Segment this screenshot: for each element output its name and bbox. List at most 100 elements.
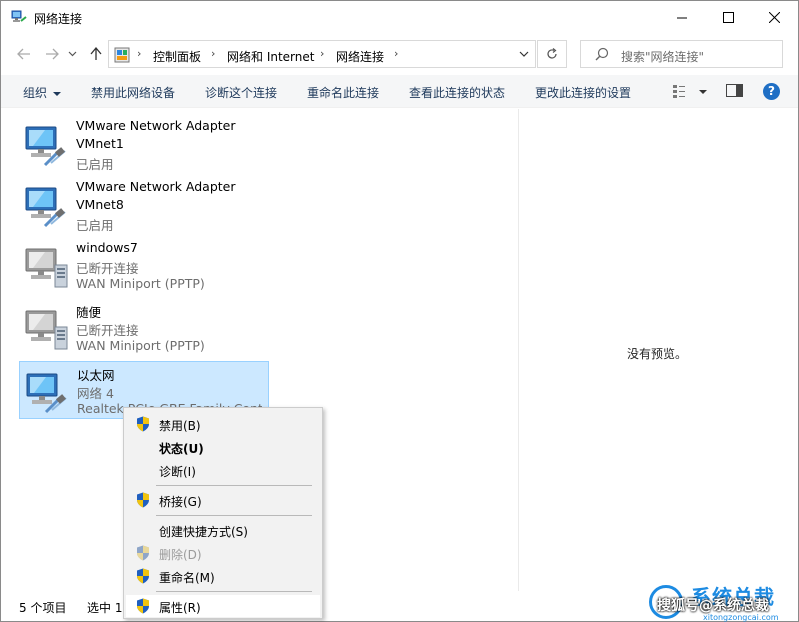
vpn-connection-icon — [25, 310, 68, 350]
breadcrumb-separator-icon[interactable]: › — [394, 47, 398, 60]
menu-separator — [156, 591, 312, 592]
connection-name: VMware Network Adapter — [76, 179, 236, 194]
watermark: 系统总裁 xitongzongcai.com 搜狐号@系统总裁 — [649, 581, 799, 622]
command-bar: 组织 禁用此网络设备 诊断这个连接 重命名此连接 查看此连接的状态 更改此连接的… — [1, 75, 798, 108]
network-connections-app-icon — [11, 10, 27, 22]
connection-status: 网络 4 — [77, 386, 114, 401]
arrow-left-icon — [17, 48, 30, 60]
connection-name: windows7 — [76, 240, 138, 255]
minimize-button[interactable] — [659, 1, 705, 34]
arrow-up-icon — [90, 47, 102, 60]
menu-item-diagnose[interactable]: 诊断(I) — [126, 459, 320, 481]
menu-item-status[interactable]: 状态(U) — [126, 436, 320, 458]
uac-shield-icon — [137, 545, 149, 561]
refresh-button[interactable] — [537, 40, 567, 68]
uac-shield-icon — [137, 492, 149, 508]
diagnose-button[interactable]: 诊断这个连接 — [205, 84, 277, 101]
close-icon — [768, 12, 780, 23]
search-placeholder: 搜索"网络连接" — [621, 50, 705, 64]
list-item[interactable]: VMware Network Adapter VMnet1 已启用 — [19, 115, 269, 173]
maximize-button[interactable] — [705, 1, 751, 34]
connection-name-continued: VMnet8 — [76, 197, 124, 212]
window-title: 网络连接 — [34, 12, 83, 26]
menu-item-bridge[interactable]: 桥接(G) — [126, 489, 320, 511]
connection-status: 已启用 — [76, 157, 114, 172]
preview-pane-icon — [726, 84, 743, 97]
chevron-down-icon — [68, 51, 76, 57]
menu-item-label: 属性(R) — [159, 601, 201, 615]
explorer-window: 网络连接 › 控制面板 › 网络和 Internet › 网络连接 › 搜索"网… — [0, 0, 799, 622]
close-button[interactable] — [751, 1, 797, 34]
connection-name: VMware Network Adapter — [76, 118, 236, 133]
menu-item-create-shortcut[interactable]: 创建快捷方式(S) — [126, 519, 320, 541]
search-box[interactable]: 搜索"网络连接" — [580, 40, 783, 68]
connection-name: 以太网 — [77, 368, 115, 383]
uac-shield-icon — [137, 568, 149, 584]
search-icon — [595, 47, 609, 61]
menu-item-label: 状态(U) — [159, 442, 204, 456]
connection-device: WAN Miniport (PPTP) — [76, 276, 205, 291]
disable-device-button[interactable]: 禁用此网络设备 — [91, 84, 175, 101]
connection-device: WAN Miniport (PPTP) — [76, 338, 205, 353]
menu-item-label: 重命名(M) — [159, 571, 215, 585]
ethernet-adapter-icon — [25, 187, 66, 228]
control-panel-icon — [114, 47, 130, 63]
breadcrumb-separator-icon[interactable]: › — [211, 47, 215, 60]
menu-item-rename[interactable]: 重命名(M) — [126, 565, 320, 587]
breadcrumb-separator-icon[interactable]: › — [320, 47, 324, 60]
breadcrumb-network-connections[interactable]: 网络连接 — [336, 48, 384, 65]
breadcrumb-separator-icon[interactable]: › — [137, 47, 141, 60]
change-view-button[interactable] — [671, 83, 709, 101]
uac-shield-icon — [137, 598, 149, 614]
breadcrumb-network-internet[interactable]: 网络和 Internet — [227, 48, 314, 65]
connection-status: 已启用 — [76, 218, 114, 233]
organize-menu[interactable]: 组织 — [23, 84, 62, 101]
list-item[interactable]: 随便 已断开连接 WAN Miniport (PPTP) — [19, 299, 269, 357]
menu-item-label: 删除(D) — [159, 548, 202, 562]
rename-button[interactable]: 重命名此连接 — [307, 84, 379, 101]
organize-label: 组织 — [23, 86, 48, 100]
preview-pane-button[interactable] — [726, 84, 744, 98]
menu-item-properties[interactable]: 属性(R) — [126, 595, 320, 617]
vpn-connection-icon — [25, 248, 68, 288]
address-bar[interactable]: › 控制面板 › 网络和 Internet › 网络连接 › — [108, 40, 536, 68]
recent-locations-button[interactable] — [65, 42, 79, 66]
watermark-account: 搜狐号@系统总裁 — [657, 598, 769, 614]
help-button[interactable]: ? — [763, 83, 780, 100]
selection-count: 选中 1 — [87, 601, 123, 615]
back-button[interactable] — [13, 42, 35, 66]
change-settings-button[interactable]: 更改此连接的设置 — [535, 84, 631, 101]
view-status-button[interactable]: 查看此连接的状态 — [409, 84, 505, 101]
no-preview-message: 没有预览。 — [627, 347, 688, 361]
view-options-icon — [673, 85, 707, 98]
uac-shield-icon — [137, 416, 149, 432]
preview-pane: 没有预览。 — [519, 109, 798, 591]
connection-name-continued: VMnet1 — [76, 136, 124, 151]
menu-item-delete: 删除(D) — [126, 542, 320, 564]
list-item[interactable]: windows7 已断开连接 WAN Miniport (PPTP) — [19, 237, 269, 295]
menu-item-disable[interactable]: 禁用(B) — [126, 413, 320, 435]
connection-status: 已断开连接 — [76, 261, 139, 276]
address-history-dropdown[interactable] — [519, 48, 529, 62]
connection-status: 已断开连接 — [76, 323, 139, 338]
breadcrumb-control-panel[interactable]: 控制面板 — [153, 48, 201, 65]
minimize-icon — [676, 17, 687, 19]
connection-name: 随便 — [76, 305, 102, 320]
menu-item-label: 禁用(B) — [159, 419, 201, 433]
refresh-icon — [547, 48, 557, 59]
dropdown-arrow-icon — [53, 91, 62, 96]
maximize-icon — [722, 12, 734, 23]
forward-button[interactable] — [41, 42, 63, 66]
list-item[interactable]: VMware Network Adapter VMnet8 已启用 — [19, 176, 269, 234]
title-bar: 网络连接 — [1, 1, 798, 34]
chevron-down-icon — [519, 51, 529, 57]
ethernet-adapter-icon — [26, 373, 67, 414]
arrow-right-icon — [46, 48, 59, 60]
item-count: 5 个项目 — [19, 601, 67, 615]
menu-separator — [156, 485, 312, 486]
up-button[interactable] — [85, 42, 107, 66]
ethernet-adapter-icon — [25, 126, 66, 167]
menu-separator — [156, 515, 312, 516]
menu-item-label: 诊断(I) — [159, 465, 196, 479]
menu-item-label: 创建快捷方式(S) — [159, 525, 248, 539]
